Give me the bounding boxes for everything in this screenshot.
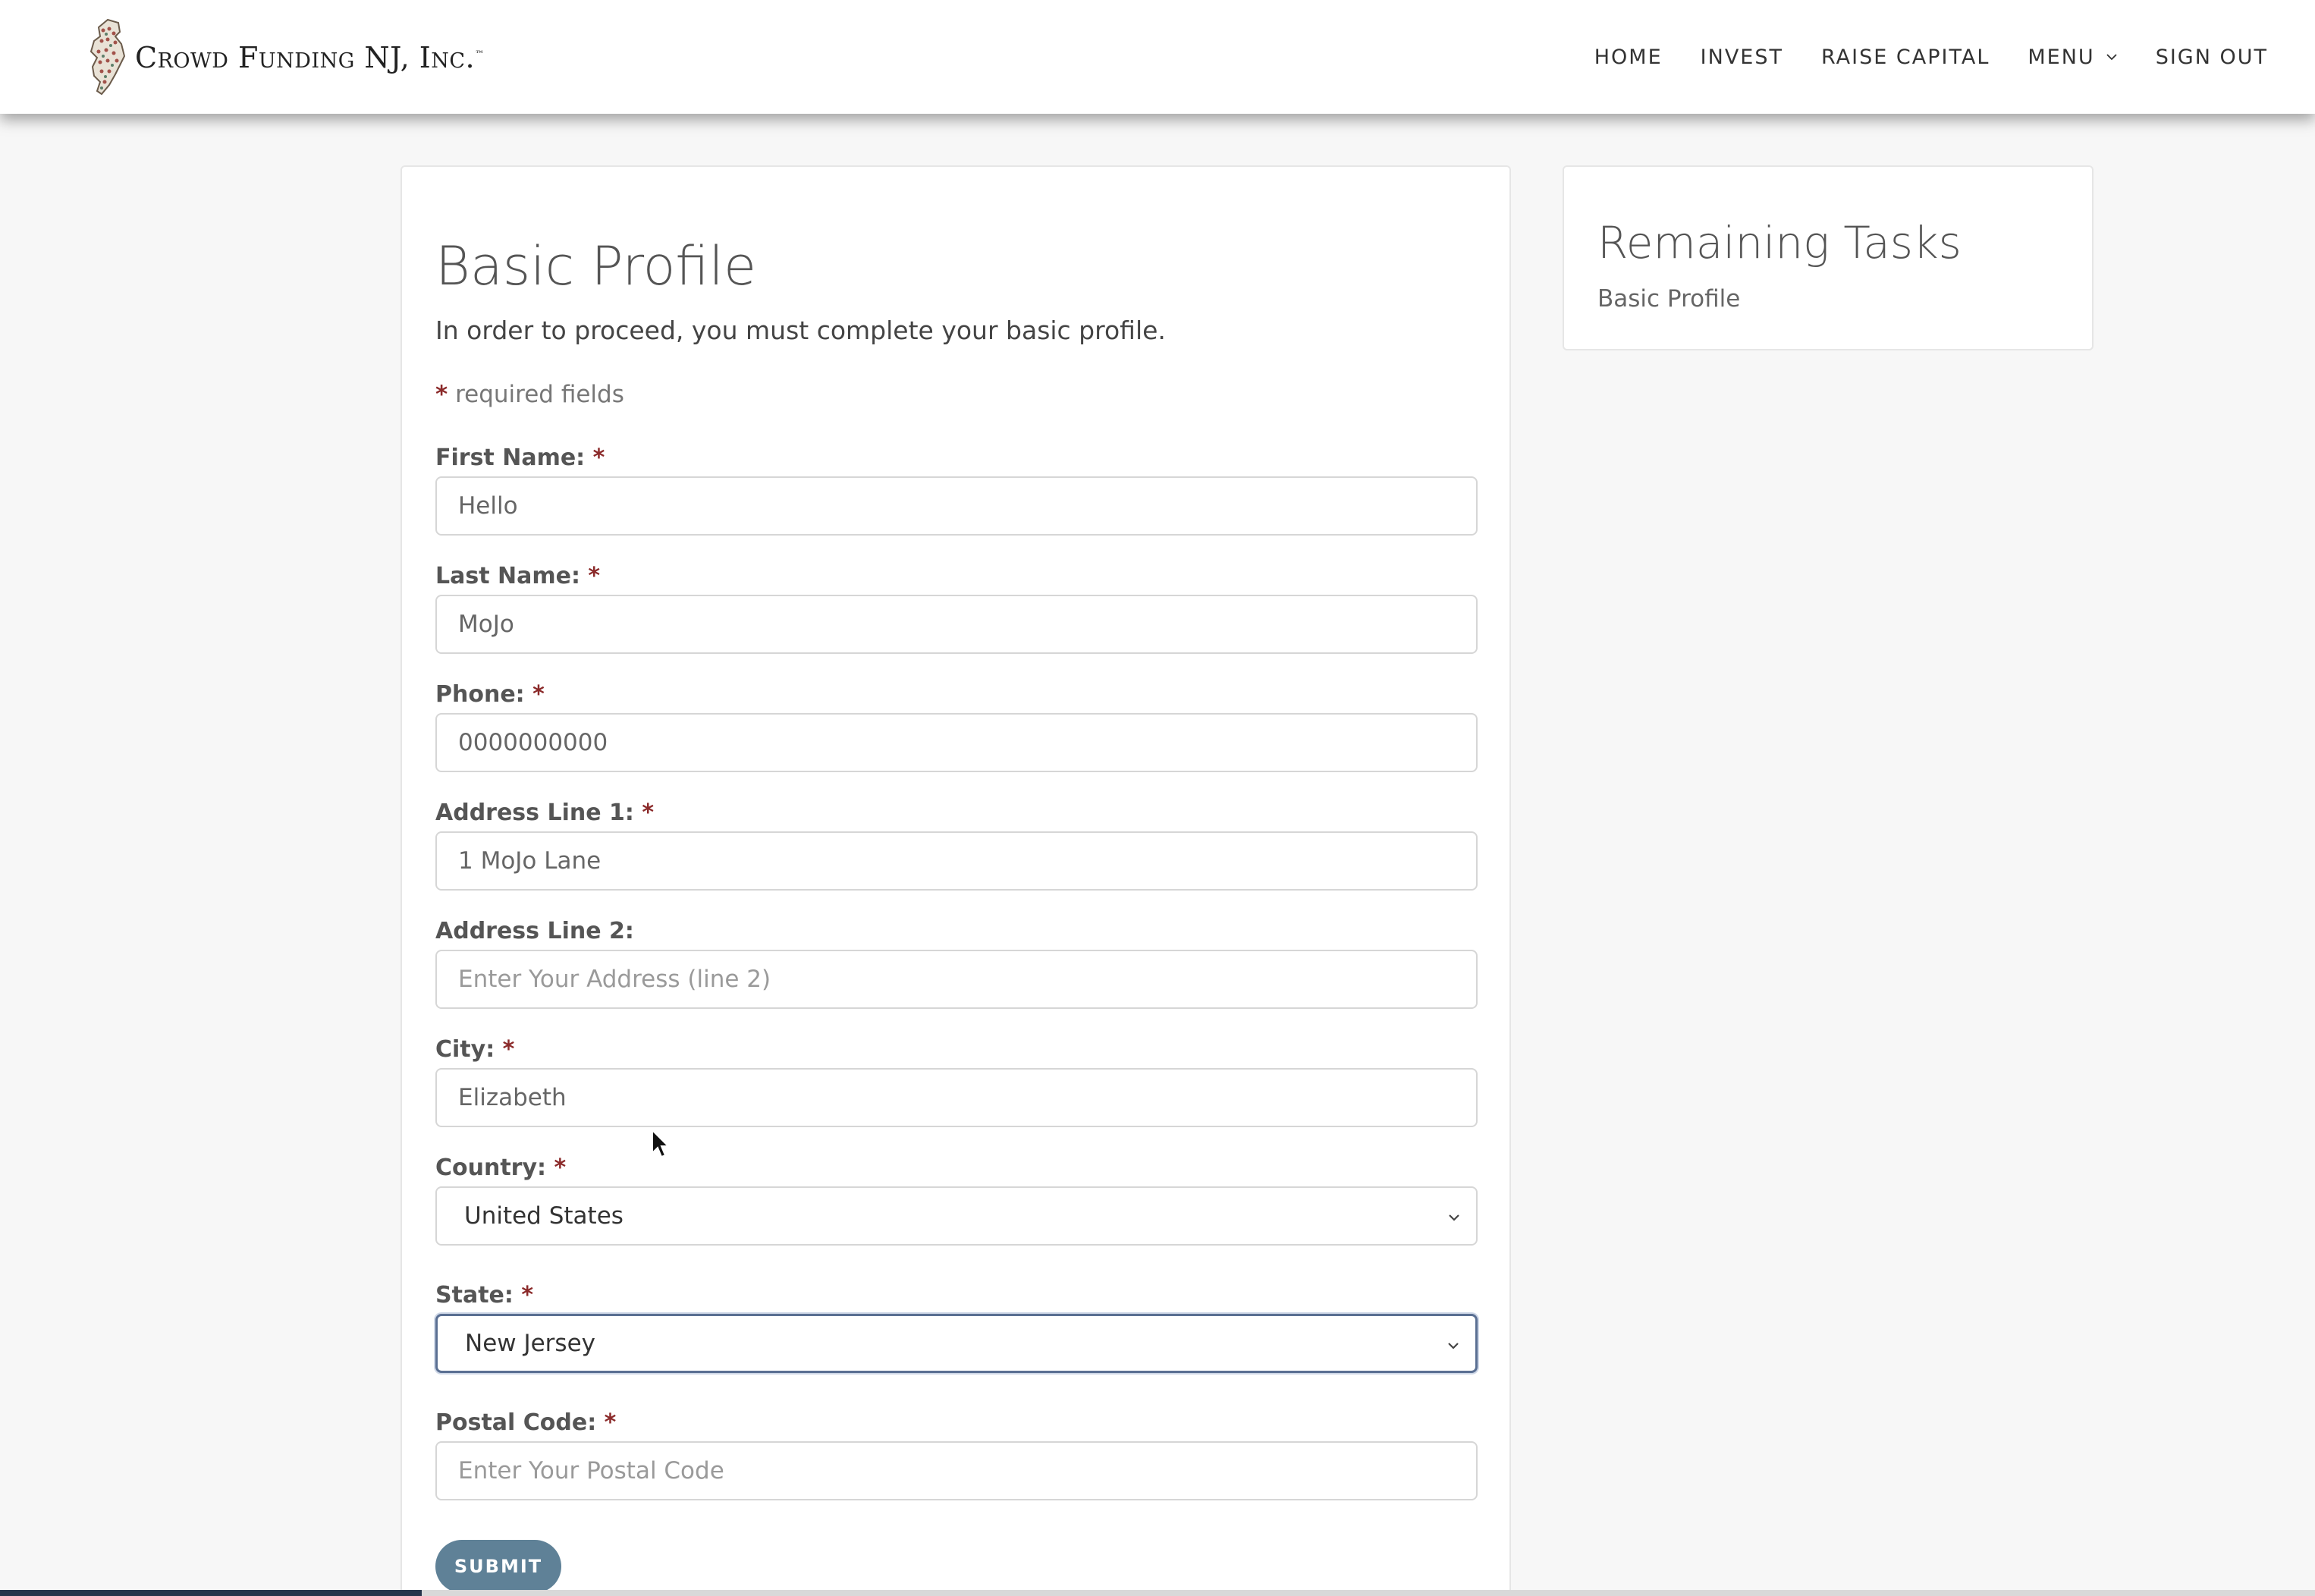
first-name-label: First Name: * bbox=[435, 445, 605, 471]
mouse-pointer-icon bbox=[652, 1129, 671, 1158]
top-navbar: Crowd Funding NJ, Inc.™ HOME INVEST RAIS… bbox=[0, 0, 2315, 114]
nav-sign-out[interactable]: SIGN OUT bbox=[2156, 46, 2268, 69]
country-selected-value: United States bbox=[464, 1202, 624, 1230]
chevron-down-icon bbox=[2106, 54, 2117, 61]
country-label: Country: * bbox=[435, 1155, 567, 1181]
nav-menu-dropdown[interactable]: MENU bbox=[2028, 46, 2117, 69]
intro-text: In order to proceed, you must complete y… bbox=[435, 316, 1166, 345]
brand-logo-link[interactable]: Crowd Funding NJ, Inc.™ bbox=[85, 18, 485, 97]
nj-state-logo-icon bbox=[90, 18, 126, 96]
basic-profile-panel: Basic Profile In order to proceed, you m… bbox=[400, 165, 1511, 1596]
phone-input[interactable] bbox=[435, 713, 1478, 772]
state-select[interactable]: New Jersey bbox=[435, 1314, 1478, 1373]
address-line-1-input[interactable] bbox=[435, 831, 1478, 891]
chevron-down-icon bbox=[1449, 1214, 1459, 1221]
chevron-down-icon bbox=[1448, 1343, 1459, 1349]
page-title: Basic Profile bbox=[435, 235, 757, 297]
last-name-input[interactable] bbox=[435, 595, 1478, 654]
remaining-tasks-title: Remaining Tasks bbox=[1597, 217, 1962, 269]
required-fields-note: * required fields bbox=[435, 381, 624, 408]
bottom-progress-fill bbox=[0, 1590, 422, 1596]
address-line-2-label: Address Line 2: bbox=[435, 918, 634, 944]
nav-home[interactable]: HOME bbox=[1594, 46, 1663, 69]
brand-name: Crowd Funding NJ, Inc.™ bbox=[135, 41, 485, 74]
nav-raise-capital[interactable]: RAISE CAPITAL bbox=[1821, 46, 1990, 69]
nav-invest[interactable]: INVEST bbox=[1701, 46, 1783, 69]
task-item-basic-profile[interactable]: Basic Profile bbox=[1597, 285, 1740, 313]
first-name-input[interactable] bbox=[435, 476, 1478, 536]
city-label: City: * bbox=[435, 1036, 515, 1063]
postal-code-input[interactable] bbox=[435, 1441, 1478, 1500]
main-nav: HOME INVEST RAISE CAPITAL MENU SIGN OUT bbox=[1556, 0, 2268, 114]
remaining-tasks-card: Remaining Tasks Basic Profile bbox=[1563, 165, 2094, 350]
country-select[interactable]: United States bbox=[435, 1186, 1478, 1246]
city-input[interactable] bbox=[435, 1068, 1478, 1127]
phone-label: Phone: * bbox=[435, 681, 545, 708]
address-line-1-label: Address Line 1: * bbox=[435, 800, 655, 826]
state-label: State: * bbox=[435, 1282, 534, 1309]
state-selected-value: New Jersey bbox=[465, 1330, 595, 1357]
submit-button[interactable]: SUBMIT bbox=[435, 1540, 561, 1593]
last-name-label: Last Name: * bbox=[435, 563, 601, 589]
address-line-2-input[interactable] bbox=[435, 950, 1478, 1009]
postal-code-label: Postal Code: * bbox=[435, 1409, 617, 1436]
bottom-progress-strip bbox=[0, 1590, 2315, 1596]
